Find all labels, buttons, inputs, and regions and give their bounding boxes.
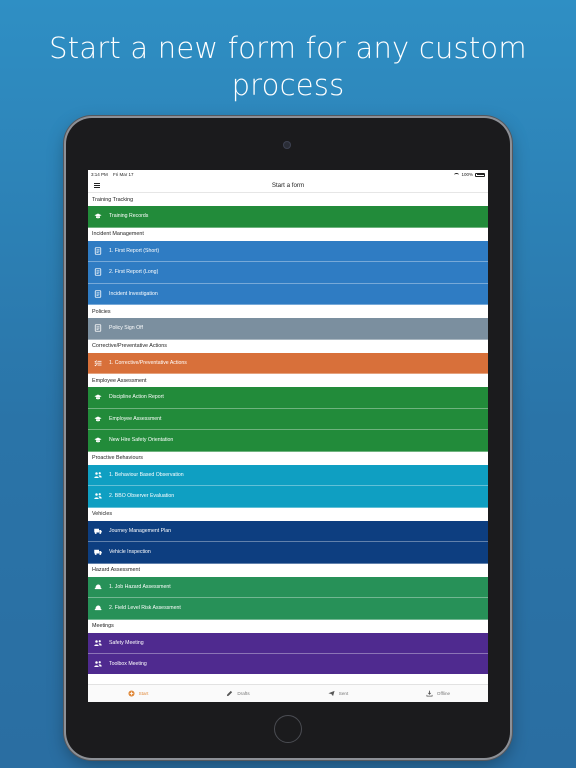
wifi-icon xyxy=(454,172,460,177)
truck-icon xyxy=(94,527,102,535)
section-header-training-tracking: Training Tracking xyxy=(88,193,488,206)
checklist-icon xyxy=(94,359,102,367)
tab-label: Start xyxy=(138,691,149,696)
form-item-employee-assessment[interactable]: Employee Assessment xyxy=(88,408,488,430)
form-item-label: 1. First Report (Short) xyxy=(109,247,160,254)
form-item-training-records[interactable]: Training Records xyxy=(88,206,488,228)
form-item-label: Employee Assessment xyxy=(109,415,162,422)
tab-label: Offline xyxy=(436,691,451,696)
form-item-label: 2. First Report (Long) xyxy=(109,269,159,276)
form-item-label: New Hire Safety Orientation xyxy=(109,437,174,444)
form-item-label: Vehicle Inspection xyxy=(109,549,151,556)
graduation-cap-icon xyxy=(94,393,102,401)
form-item-toolbox-meeting[interactable]: Toolbox Meeting xyxy=(88,654,488,674)
people-icon xyxy=(94,492,102,500)
tab-bar: Start Drafts Sent Offline xyxy=(88,684,488,702)
form-item-incident-investigation[interactable]: Incident Investigation xyxy=(88,283,488,305)
form-item-policy-sign-off[interactable]: Policy Sign Off xyxy=(88,318,488,340)
plus-circle-icon xyxy=(128,690,135,697)
form-item-label: Toolbox Meeting xyxy=(109,661,147,668)
form-document-icon xyxy=(94,290,102,298)
graduation-cap-icon xyxy=(94,436,102,444)
tab-drafts[interactable]: Drafts xyxy=(188,685,288,702)
form-item-label: 1. Job Hazard Assessment xyxy=(109,583,171,590)
form-item-label: 2. Field Level Risk Assessment xyxy=(109,605,181,612)
battery-percent: 100% xyxy=(461,172,473,177)
form-item-label: Incident Investigation xyxy=(109,290,158,297)
tab-label: Sent xyxy=(338,691,349,696)
form-item-1-first-report-short[interactable]: 1. First Report (Short) xyxy=(88,240,488,262)
camera-icon xyxy=(283,141,291,149)
form-item-label: 2. BBO Observer Evaluation xyxy=(109,493,175,500)
status-bar: 3:14 PM Fri Mar 17 100% xyxy=(88,170,488,179)
section-header-proactive-behaviours: Proactive Behaviours xyxy=(88,451,488,465)
hard-hat-icon xyxy=(94,583,102,591)
nav-bar: Start a form xyxy=(88,179,488,193)
form-item-label: Safety Meeting xyxy=(109,639,144,646)
form-list: Training Tracking Training Records Inciden… xyxy=(88,193,488,674)
form-item-label: 1. Behaviour Based Observation xyxy=(109,471,184,478)
section-header-incident-management: Incident Management xyxy=(88,227,488,241)
form-item-journey-management-plan[interactable]: Journey Management Plan xyxy=(88,520,488,542)
tab-label: Drafts xyxy=(237,691,250,696)
form-document-icon xyxy=(94,247,102,255)
section-header-policies: Policies xyxy=(88,305,488,318)
form-item-label: Training Records xyxy=(109,213,149,220)
form-item-new-hire-safety-orientation[interactable]: New Hire Safety Orientation xyxy=(88,430,488,452)
section-header-hazard-assessment: Hazard Assessment xyxy=(88,563,488,577)
truck-icon xyxy=(94,548,102,556)
form-item-2-field-level-risk-assessment[interactable]: 2. Field Level Risk Assessment xyxy=(88,598,488,620)
people-icon xyxy=(94,639,102,647)
form-item-discipline-action-report[interactable]: Discipline Action Report xyxy=(88,387,488,409)
tab-start[interactable]: Start xyxy=(88,685,188,702)
form-item-label: Discipline Action Report xyxy=(109,394,164,401)
form-item-label: Policy Sign Off xyxy=(109,325,143,332)
form-item-2-bbo-observer-evaluation[interactable]: 2. BBO Observer Evaluation xyxy=(88,486,488,508)
headline: Start a new form for any custom process xyxy=(49,31,527,102)
tab-sent[interactable]: Sent xyxy=(288,685,388,702)
form-item-label: Journey Management Plan xyxy=(109,527,171,534)
section-header-vehicles: Vehicles xyxy=(88,507,488,521)
hard-hat-icon xyxy=(94,604,102,612)
form-item-2-first-report-long[interactable]: 2. First Report (Long) xyxy=(88,262,488,284)
graduation-cap-icon xyxy=(94,415,102,423)
form-item-1-job-hazard-assessment[interactable]: 1. Job Hazard Assessment xyxy=(88,576,488,598)
home-button[interactable] xyxy=(274,715,302,743)
form-item-label: 1. Corrective/Preventative Actions xyxy=(109,359,187,366)
battery-icon xyxy=(475,172,485,177)
form-document-icon xyxy=(94,324,102,332)
page-title: Start a form xyxy=(271,182,305,189)
form-item-safety-meeting[interactable]: Safety Meeting xyxy=(88,632,488,654)
section-header-employee-assessment: Employee Assessment xyxy=(88,374,488,387)
section-header-corrective-preventative-actions: Corrective/Preventative Actions xyxy=(88,339,488,353)
menu-icon[interactable] xyxy=(94,183,100,189)
section-header-meetings: Meetings xyxy=(88,619,488,633)
form-item-vehicle-inspection[interactable]: Vehicle Inspection xyxy=(88,542,488,564)
form-document-icon xyxy=(94,268,102,276)
status-time: 3:14 PM xyxy=(91,172,108,177)
download-icon xyxy=(426,690,433,697)
status-date: Fri Mar 17 xyxy=(113,172,134,177)
tab-offline[interactable]: Offline xyxy=(388,685,488,702)
form-item-1-behaviour-based-observation[interactable]: 1. Behaviour Based Observation xyxy=(88,464,488,486)
people-icon xyxy=(94,471,102,479)
tablet-device: 3:14 PM Fri Mar 17 100% Start a form Tra… xyxy=(66,118,510,758)
pencil-icon xyxy=(226,690,233,697)
graduation-cap-icon xyxy=(94,212,102,220)
form-item-1-corrective-preventative-actions[interactable]: 1. Corrective/Preventative Actions xyxy=(88,352,488,374)
app-screen: 3:14 PM Fri Mar 17 100% Start a form Tra… xyxy=(88,170,488,702)
people-icon xyxy=(94,660,102,668)
paper-plane-icon xyxy=(328,690,335,697)
